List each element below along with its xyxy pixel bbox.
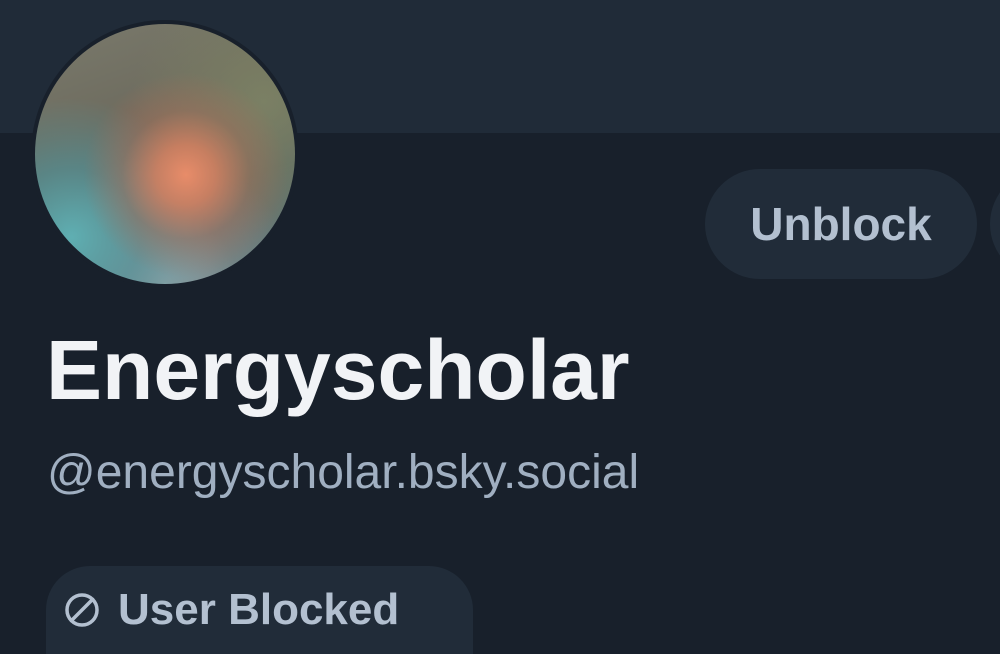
unblock-button[interactable]: Unblock	[705, 169, 977, 279]
more-options-button[interactable]	[990, 169, 1000, 279]
ban-icon	[65, 593, 99, 627]
status-label: User Blocked	[118, 585, 400, 634]
status-badge: User Blocked	[46, 566, 473, 654]
profile-handle: @energyscholar.bsky.social	[47, 446, 640, 499]
display-name: Energyscholar	[46, 323, 630, 417]
avatar[interactable]	[35, 24, 295, 284]
profile-page: Unblock Energyscholar @energyscholar.bsk…	[0, 0, 1000, 654]
unblock-button-label: Unblock	[750, 198, 932, 250]
